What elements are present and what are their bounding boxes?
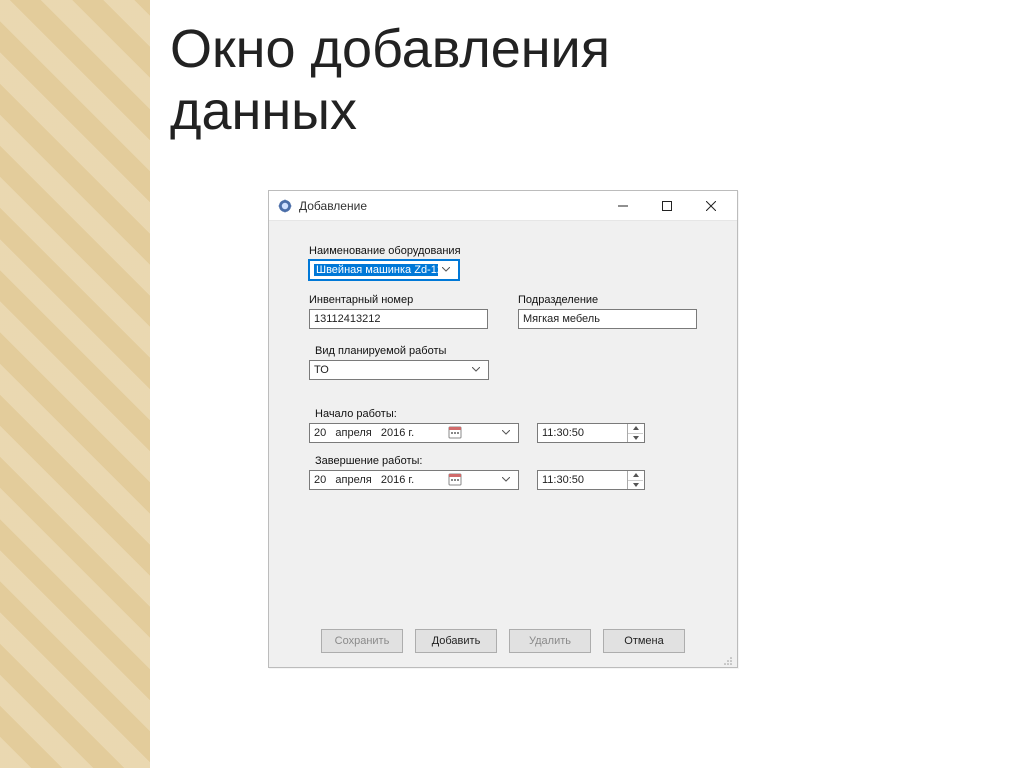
chevron-down-icon xyxy=(438,267,454,273)
button-bar: Сохранить Добавить Удалить Отмена xyxy=(269,629,737,653)
end-time-input[interactable]: 11:30:50 xyxy=(537,470,645,490)
add-button[interactable]: Добавить xyxy=(415,629,497,653)
end-date-picker[interactable]: 20 апреля 2016 г. xyxy=(309,470,519,490)
end-label: Завершение работы: xyxy=(309,455,697,467)
start-time-input[interactable]: 11:30:50 xyxy=(537,423,645,443)
end-time-value: 11:30:50 xyxy=(542,474,627,486)
start-time-value: 11:30:50 xyxy=(542,427,627,439)
work-type-value: ТО xyxy=(314,364,468,376)
start-date-value: 20 апреля 2016 г. xyxy=(314,427,414,439)
inventory-label: Инвентарный номер xyxy=(309,294,488,306)
titlebar: Добавление xyxy=(269,191,737,221)
department-label: Подразделение xyxy=(518,294,697,306)
department-value: Мягкая мебель xyxy=(523,313,600,325)
cancel-button[interactable]: Отмена xyxy=(603,629,685,653)
slide-side-pattern xyxy=(0,0,150,768)
inventory-input[interactable]: 13112413212 xyxy=(309,309,488,329)
equipment-label: Наименование оборудования xyxy=(309,245,697,257)
inventory-value: 13112413212 xyxy=(314,313,380,325)
chevron-down-icon xyxy=(468,367,484,373)
calendar-icon xyxy=(448,425,462,442)
work-type-label: Вид планируемой работы xyxy=(309,345,697,357)
spinner-up-icon[interactable] xyxy=(628,424,643,434)
spinner-down-icon[interactable] xyxy=(628,481,643,490)
end-date-value: 20 апреля 2016 г. xyxy=(314,474,414,486)
start-label: Начало работы: xyxy=(309,408,697,420)
delete-button[interactable]: Удалить xyxy=(509,629,591,653)
equipment-selected-text: Швейная машинка Zd-1231 xyxy=(314,264,438,276)
spinner-up-icon[interactable] xyxy=(628,471,643,481)
maximize-button[interactable] xyxy=(645,192,689,220)
calendar-icon xyxy=(448,472,462,489)
app-icon xyxy=(277,198,293,214)
time-spinner[interactable] xyxy=(627,424,643,442)
time-spinner[interactable] xyxy=(627,471,643,489)
add-dialog: Добавление Наименование оборудования Шве… xyxy=(268,190,738,668)
chevron-down-icon xyxy=(498,477,514,483)
equipment-combobox[interactable]: Швейная машинка Zd-1231 xyxy=(309,260,459,280)
spinner-down-icon[interactable] xyxy=(628,434,643,443)
dialog-title: Добавление xyxy=(299,199,367,213)
work-type-combobox[interactable]: ТО xyxy=(309,360,489,380)
resize-grip-icon[interactable] xyxy=(721,653,733,665)
department-input[interactable]: Мягкая мебель xyxy=(518,309,697,329)
save-button[interactable]: Сохранить xyxy=(321,629,403,653)
start-date-picker[interactable]: 20 апреля 2016 г. xyxy=(309,423,519,443)
slide-title: Окно добавления данных xyxy=(170,18,610,142)
dialog-body: Наименование оборудования Швейная машинк… xyxy=(269,221,737,510)
minimize-button[interactable] xyxy=(601,192,645,220)
close-button[interactable] xyxy=(689,192,733,220)
chevron-down-icon xyxy=(498,430,514,436)
